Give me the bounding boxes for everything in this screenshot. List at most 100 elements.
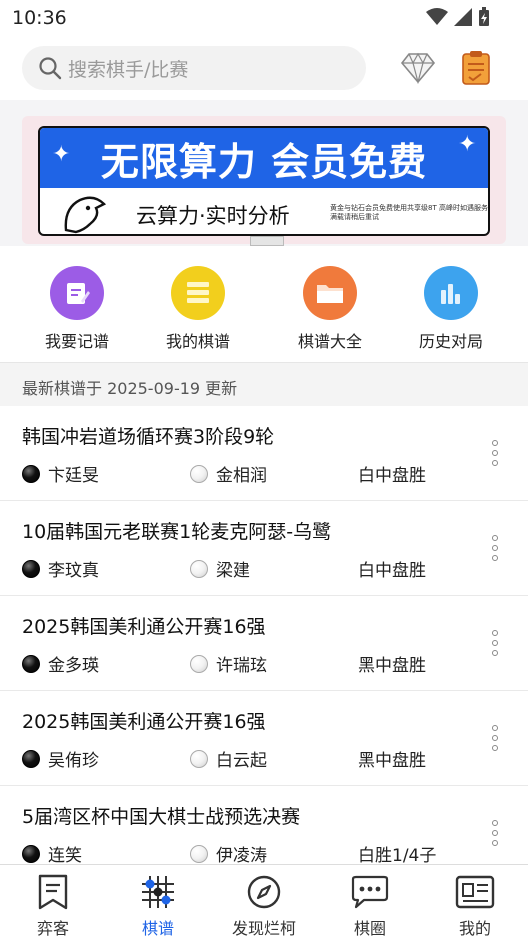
white-stone-icon: [190, 464, 208, 483]
game-record-row[interactable]: 2025韩国美利通公开赛16强 金多瑛 许瑞玹 黑中盘胜: [0, 596, 528, 691]
bottom-tab-circle[interactable]: 棋圈: [320, 873, 420, 939]
sparkle-icon: ✦: [458, 132, 477, 157]
black-stone-icon: [22, 749, 40, 768]
quick-nav-label: 历史对局: [418, 332, 483, 351]
task-clipboard-button[interactable]: [458, 48, 494, 88]
white-player: 金相润: [190, 461, 267, 486]
black-player-name: 吴侑珍: [48, 751, 99, 771]
bottom-tab-discover[interactable]: 发现烂柯: [214, 873, 314, 939]
game-result: 白胜1/4子: [358, 846, 437, 866]
more-dot: [492, 440, 498, 446]
quick-nav-label: 我的棋谱: [165, 332, 230, 351]
more-dot: [492, 745, 498, 751]
white-player: 梁建: [190, 556, 250, 581]
black-stone-icon: [22, 844, 40, 863]
banner-subtitle: 云算力·实时分析: [136, 204, 290, 228]
bottom-tab-icon-wrap: [425, 873, 525, 911]
promo-banner[interactable]: 无限算力 会员免费 ✦ ✦ 云算力·实时分析 黄金与钻石会员免费使用共享级8T …: [22, 116, 506, 244]
profile-card-icon: [455, 875, 495, 909]
black-player: 金多瑛: [22, 651, 99, 676]
white-stone-icon: [190, 844, 208, 863]
game-result: 黑中盘胜: [358, 656, 426, 676]
search-input[interactable]: 搜索棋手/比赛: [22, 46, 366, 90]
bottom-tab-label: 弈客: [36, 919, 69, 938]
game-title: 10届韩国元老联赛1轮麦克阿瑟-乌鹭: [22, 521, 332, 543]
bottom-tab-icon-wrap: [320, 873, 420, 911]
search-placeholder: 搜索棋手/比赛: [68, 58, 189, 81]
diamond-icon: [400, 52, 436, 84]
quick-nav-my-records[interactable]: 我的棋谱: [143, 266, 253, 352]
white-player: 白云起: [190, 746, 267, 771]
status-time: 10:36: [12, 7, 67, 29]
quick-nav-label: 我要记谱: [44, 332, 109, 351]
more-dot: [492, 545, 498, 551]
white-stone-icon: [190, 749, 208, 768]
black-player: 吴侑珍: [22, 746, 99, 771]
bottom-tab-icon-wrap: [3, 873, 103, 911]
game-record-list: 韩国冲岩道场循环赛3阶段9轮 卞廷旻 金相润 白中盘胜 10届韩国元老联赛1轮麦…: [0, 406, 528, 881]
more-dot: [492, 555, 498, 561]
quick-nav-record[interactable]: 我要记谱: [22, 266, 132, 352]
quick-nav-my-records-circle: [171, 266, 225, 320]
more-dot: [492, 460, 498, 466]
more-options-button[interactable]: [488, 440, 502, 466]
more-dot: [492, 820, 498, 826]
game-record-row[interactable]: 韩国冲岩道场循环赛3阶段9轮 卞廷旻 金相润 白中盘胜: [0, 406, 528, 501]
search-icon: [39, 57, 62, 80]
white-stone-icon: [190, 559, 208, 578]
compass-icon: [247, 875, 281, 909]
more-dot: [492, 630, 498, 636]
vip-diamond-button[interactable]: [398, 48, 438, 88]
wifi-icon: [426, 8, 448, 25]
bottom-tab-records[interactable]: 棋谱: [108, 873, 208, 939]
white-player-name: 白云起: [216, 751, 267, 771]
more-dot: [492, 640, 498, 646]
more-options-button[interactable]: [488, 630, 502, 656]
clipboard-icon: [462, 51, 490, 85]
bottom-tab-label: 棋圈: [353, 919, 386, 938]
banner-indicator: [250, 236, 284, 246]
white-player-name: 伊凌涛: [216, 846, 267, 866]
quick-nav-all-records-circle: [303, 266, 357, 320]
more-options-button[interactable]: [488, 535, 502, 561]
sparkle-icon: ✦: [52, 142, 71, 167]
more-dot: [492, 735, 498, 741]
black-player: 卞廷旻: [22, 461, 99, 486]
black-player-name: 卞廷旻: [48, 466, 99, 486]
more-dot: [492, 450, 498, 456]
edit-icon: [67, 283, 90, 304]
game-record-row[interactable]: 2025韩国美利通公开赛16强 吴侑珍 白云起 黑中盘胜: [0, 691, 528, 786]
more-options-button[interactable]: [488, 820, 502, 846]
game-record-row[interactable]: 10届韩国元老联赛1轮麦克阿瑟-乌鹭 李玟真 梁建 白中盘胜: [0, 501, 528, 596]
more-dot: [492, 725, 498, 731]
black-player: 李玟真: [22, 556, 99, 581]
game-title: 5届湾区杯中国大棋士战预选决赛: [22, 806, 301, 828]
bottom-tab-icon-wrap: [108, 873, 208, 911]
quick-nav-history[interactable]: 历史对局: [396, 266, 506, 352]
black-stone-icon: [22, 654, 40, 673]
banner-note: 黄金与钻石会员免费使用共享级8T 高峰时如遇服务满载请稍后重试: [330, 204, 488, 221]
bottom-tab-label: 发现烂柯: [231, 919, 296, 938]
bottom-tab-icon-wrap: [214, 873, 314, 911]
black-player-name: 金多瑛: [48, 656, 99, 676]
more-dot: [492, 535, 498, 541]
quick-nav-all-records[interactable]: 棋谱大全: [275, 266, 385, 352]
quick-nav-history-circle: [424, 266, 478, 320]
game-result: 白中盘胜: [358, 561, 426, 581]
game-result: 白中盘胜: [358, 466, 426, 486]
more-options-button[interactable]: [488, 725, 502, 751]
black-player-name: 连笑: [48, 846, 82, 866]
quick-nav: 我要记谱 我的棋谱 棋谱大全 历史对局: [0, 246, 528, 362]
bottom-tab-mine[interactable]: 我的: [425, 873, 525, 939]
bird-logo-icon: [64, 196, 107, 234]
game-title: 2025韩国美利通公开赛16强: [22, 711, 266, 733]
game-title: 2025韩国美利通公开赛16强: [22, 616, 266, 638]
bookmark-icon: [38, 874, 68, 910]
black-stone-icon: [22, 559, 40, 578]
white-player-name: 许瑞玹: [216, 656, 267, 676]
status-icons: [426, 7, 490, 27]
status-bar: 10:36: [0, 0, 528, 36]
bottom-tab-label: 我的: [458, 919, 491, 938]
bottom-tab-yike[interactable]: 弈客: [3, 873, 103, 939]
more-dot: [492, 830, 498, 836]
